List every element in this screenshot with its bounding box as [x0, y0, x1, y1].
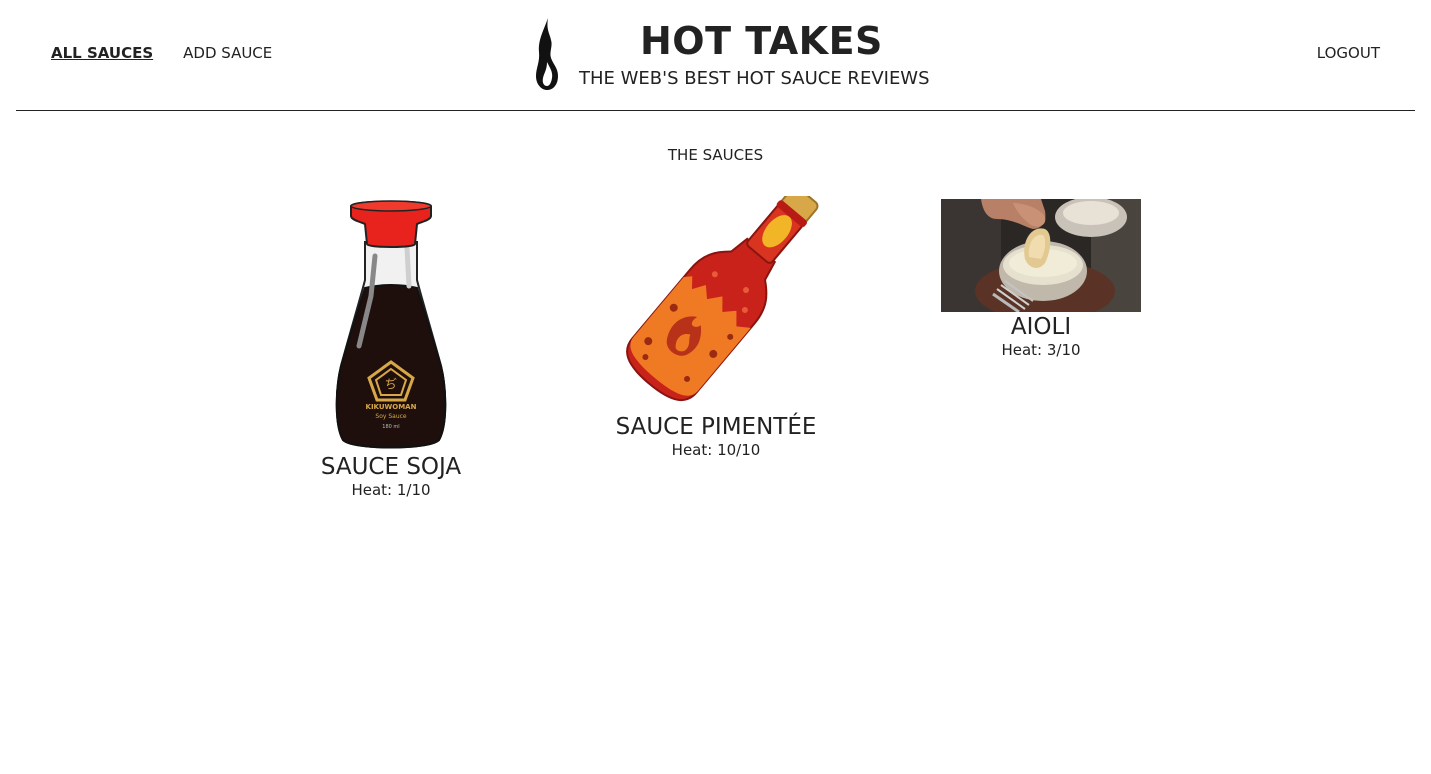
flame-icon — [536, 18, 558, 90]
sauce-name: SAUCE PIMENTÉE — [615, 414, 817, 440]
sauce-heat: Heat: 1/10 — [351, 481, 431, 499]
svg-text:ぢ: ぢ — [385, 376, 397, 391]
aioli-photo-image — [941, 199, 1141, 312]
sauce-name: AIOLI — [1010, 314, 1072, 340]
site-subtitle: THE WEB'S BEST HOT SAUCE REVIEWS — [579, 68, 930, 89]
sauce-card[interactable]: AIOLI Heat: 3/10 — [941, 199, 1141, 359]
site-header: ALL SAUCES ADD SAUCE HOT TAKES THE WEB'S… — [16, 0, 1415, 111]
hot-sauce-bottle-image — [626, 196, 819, 402]
logout-link[interactable]: LOGOUT — [1317, 44, 1380, 62]
label-type: Soy Sauce — [375, 413, 407, 420]
nav-add-sauce[interactable]: ADD SAUCE — [183, 44, 272, 62]
main-nav: ALL SAUCES ADD SAUCE — [51, 44, 272, 62]
label-volume: 180 ml — [382, 424, 399, 430]
soy-sauce-bottle-image: ぢ KIKUWOMAN Soy Sauce 180 ml — [335, 200, 447, 449]
sauce-name: SAUCE SOJA — [320, 454, 462, 480]
site-title: HOT TAKES — [640, 19, 883, 63]
sauce-card[interactable]: SAUCE PIMENTÉE Heat: 10/10 — [606, 196, 826, 459]
label-brand: KIKUWOMAN — [366, 403, 417, 411]
sauce-heat: Heat: 10/10 — [671, 441, 761, 459]
sauce-card[interactable]: ぢ KIKUWOMAN Soy Sauce 180 ml SAUCE SOJA … — [310, 196, 472, 499]
section-title: THE SAUCES — [667, 146, 764, 164]
brand-logo[interactable]: HOT TAKES THE WEB'S BEST HOT SAUCE REVIE… — [534, 16, 934, 96]
sauce-heat: Heat: 3/10 — [1001, 341, 1081, 359]
nav-all-sauces[interactable]: ALL SAUCES — [51, 44, 153, 62]
